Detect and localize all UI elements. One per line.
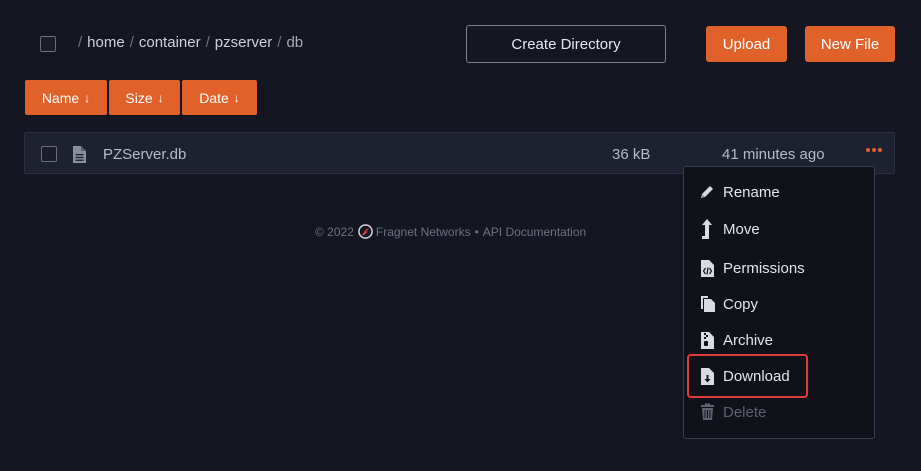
breadcrumb-container[interactable]: container <box>139 34 201 51</box>
fragnet-logo-icon <box>358 224 373 239</box>
api-documentation-link[interactable]: API Documentation <box>483 225 586 239</box>
breadcrumb-db: db <box>286 34 304 51</box>
download-highlight-box <box>687 354 808 398</box>
create-directory-button[interactable]: Create Directory <box>466 25 666 63</box>
menu-item-move[interactable]: Move <box>697 219 760 239</box>
footer-company-link[interactable]: Fragnet Networks <box>376 225 471 239</box>
more-options-icon[interactable] <box>866 148 882 152</box>
menu-item-delete[interactable]: Delete <box>697 402 766 422</box>
breadcrumb-pzserver[interactable]: pzserver <box>215 34 273 51</box>
file-name[interactable]: PZServer.db <box>103 146 186 163</box>
new-file-button[interactable]: New File <box>805 26 895 62</box>
sort-arrow-icon: ↓ <box>233 90 240 105</box>
pencil-icon <box>697 182 717 202</box>
menu-item-copy[interactable]: Copy <box>697 294 758 314</box>
sort-name-button[interactable]: Name ↓ <box>25 80 107 115</box>
select-all-checkbox[interactable] <box>40 36 56 52</box>
sort-date-button[interactable]: Date ↓ <box>182 80 257 115</box>
sort-arrow-icon: ↓ <box>157 90 164 105</box>
menu-item-archive[interactable]: Archive <box>697 330 773 350</box>
file-code-icon <box>697 258 717 278</box>
file-modified: 41 minutes ago <box>722 146 825 163</box>
breadcrumb-home[interactable]: home <box>87 34 125 51</box>
file-archive-icon <box>697 330 717 350</box>
footer: © 2022 Fragnet Networks • API Documentat… <box>315 224 587 239</box>
menu-item-permissions[interactable]: Permissions <box>697 258 805 278</box>
trash-icon <box>697 402 717 422</box>
file-icon <box>73 146 86 163</box>
upload-button[interactable]: Upload <box>706 26 787 62</box>
file-size: 36 kB <box>612 146 651 163</box>
file-checkbox[interactable] <box>41 146 57 162</box>
sort-size-button[interactable]: Size ↓ <box>109 80 180 115</box>
sort-arrow-icon: ↓ <box>84 90 91 105</box>
copy-icon <box>697 294 717 314</box>
breadcrumb: / home / container / pzserver / db <box>78 34 304 51</box>
menu-item-rename[interactable]: Rename <box>697 182 780 202</box>
move-arrow-icon <box>697 219 717 239</box>
